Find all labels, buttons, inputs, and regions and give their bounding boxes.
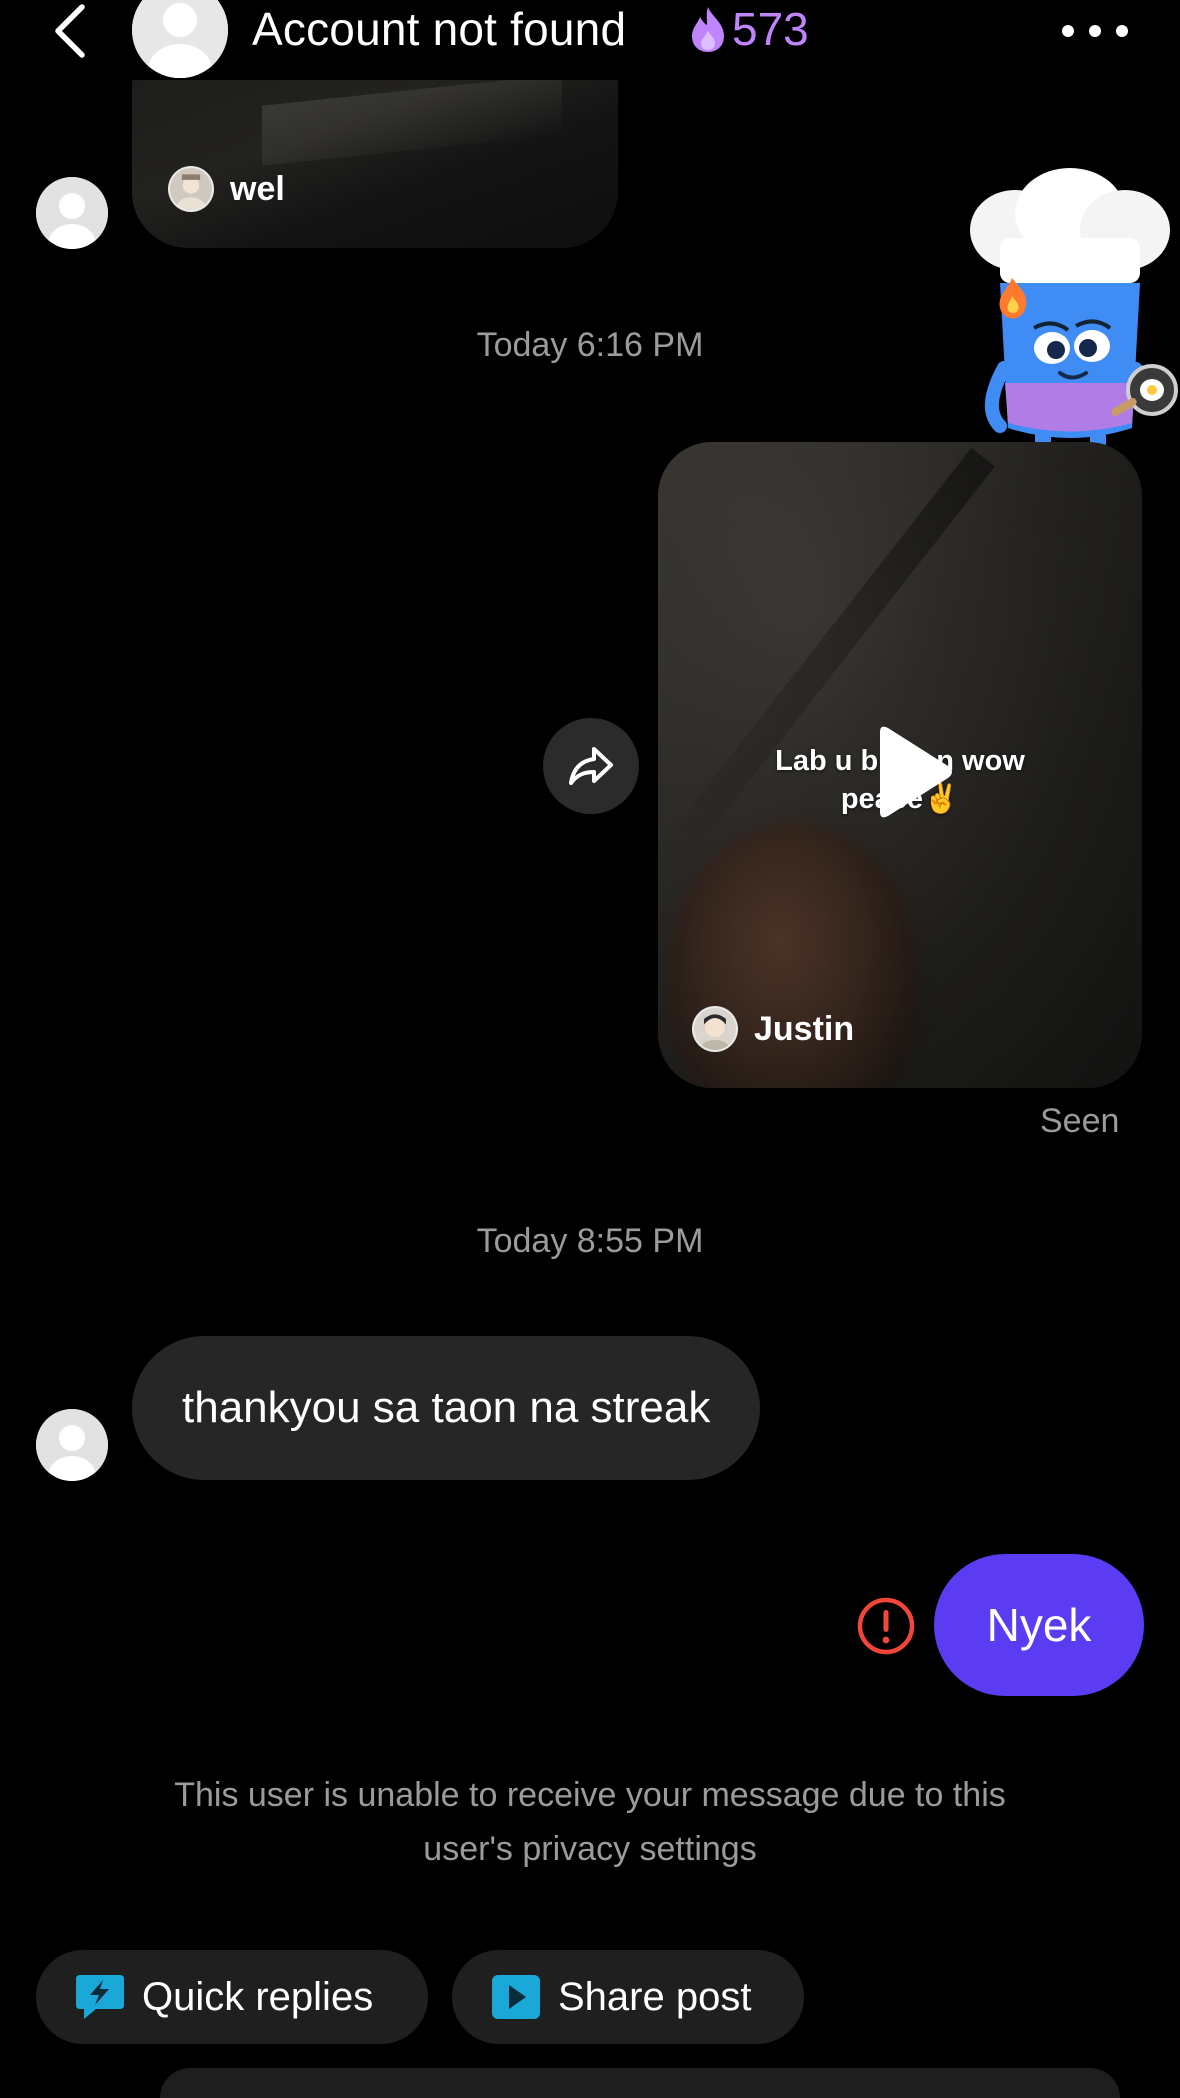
dot-icon	[1089, 25, 1101, 37]
privacy-notice: This user is unable to receive your mess…	[174, 1776, 1006, 1868]
dot-icon	[1062, 25, 1074, 37]
error-alert-icon[interactable]	[856, 1596, 916, 1656]
default-avatar-icon	[132, 0, 228, 78]
sender-avatar[interactable]	[36, 177, 108, 249]
more-options-button[interactable]	[1062, 18, 1128, 44]
flame-icon	[692, 7, 724, 52]
share-arrow-icon	[569, 747, 613, 785]
quick-replies-button[interactable]: Quick replies	[36, 1950, 428, 2044]
video-thumbnail	[262, 80, 562, 166]
chef-mascot-sticker	[970, 168, 1178, 454]
creator-avatar	[168, 166, 214, 212]
lightning-icon	[76, 1975, 124, 2019]
message-timestamp: Today 8:55 PM	[476, 1222, 704, 1260]
share-post-label: Share post	[558, 1974, 752, 2019]
sent-message-bubble[interactable]: Nyek	[934, 1554, 1144, 1696]
quick-replies-label: Quick replies	[142, 1974, 374, 2019]
default-avatar-icon	[36, 177, 108, 249]
back-button[interactable]	[40, 0, 100, 62]
dot-icon	[1116, 25, 1128, 37]
seen-status: Seen	[1040, 1102, 1120, 1140]
shared-video-card[interactable]: wel	[132, 80, 618, 248]
shared-video-card[interactable]: Lab u b n wow peace✌️ Justin	[658, 442, 1142, 1088]
forward-button[interactable]	[543, 718, 639, 814]
contact-avatar[interactable]	[132, 0, 228, 78]
video-creator: wel	[168, 166, 285, 212]
received-message-bubble[interactable]: thankyou sa taon na streak	[132, 1336, 761, 1480]
default-avatar-icon	[36, 1409, 108, 1481]
creator-name: wel	[230, 169, 285, 208]
streak-count: 573	[732, 3, 809, 55]
message-composer[interactable]	[160, 2068, 1120, 2098]
video-creator: Justin	[692, 1006, 854, 1052]
share-post-button[interactable]: Share post	[452, 1950, 804, 2044]
creator-avatar	[692, 1006, 738, 1052]
video-play-icon	[492, 1975, 540, 2019]
contact-name[interactable]: Account not found	[252, 2, 626, 56]
chevron-left-icon	[55, 4, 85, 58]
sender-avatar[interactable]	[36, 1409, 108, 1481]
play-icon[interactable]	[868, 724, 956, 820]
streak-badge[interactable]: 573	[688, 2, 809, 56]
creator-name: Justin	[754, 1009, 855, 1048]
message-timestamp: Today 6:16 PM	[476, 326, 704, 364]
